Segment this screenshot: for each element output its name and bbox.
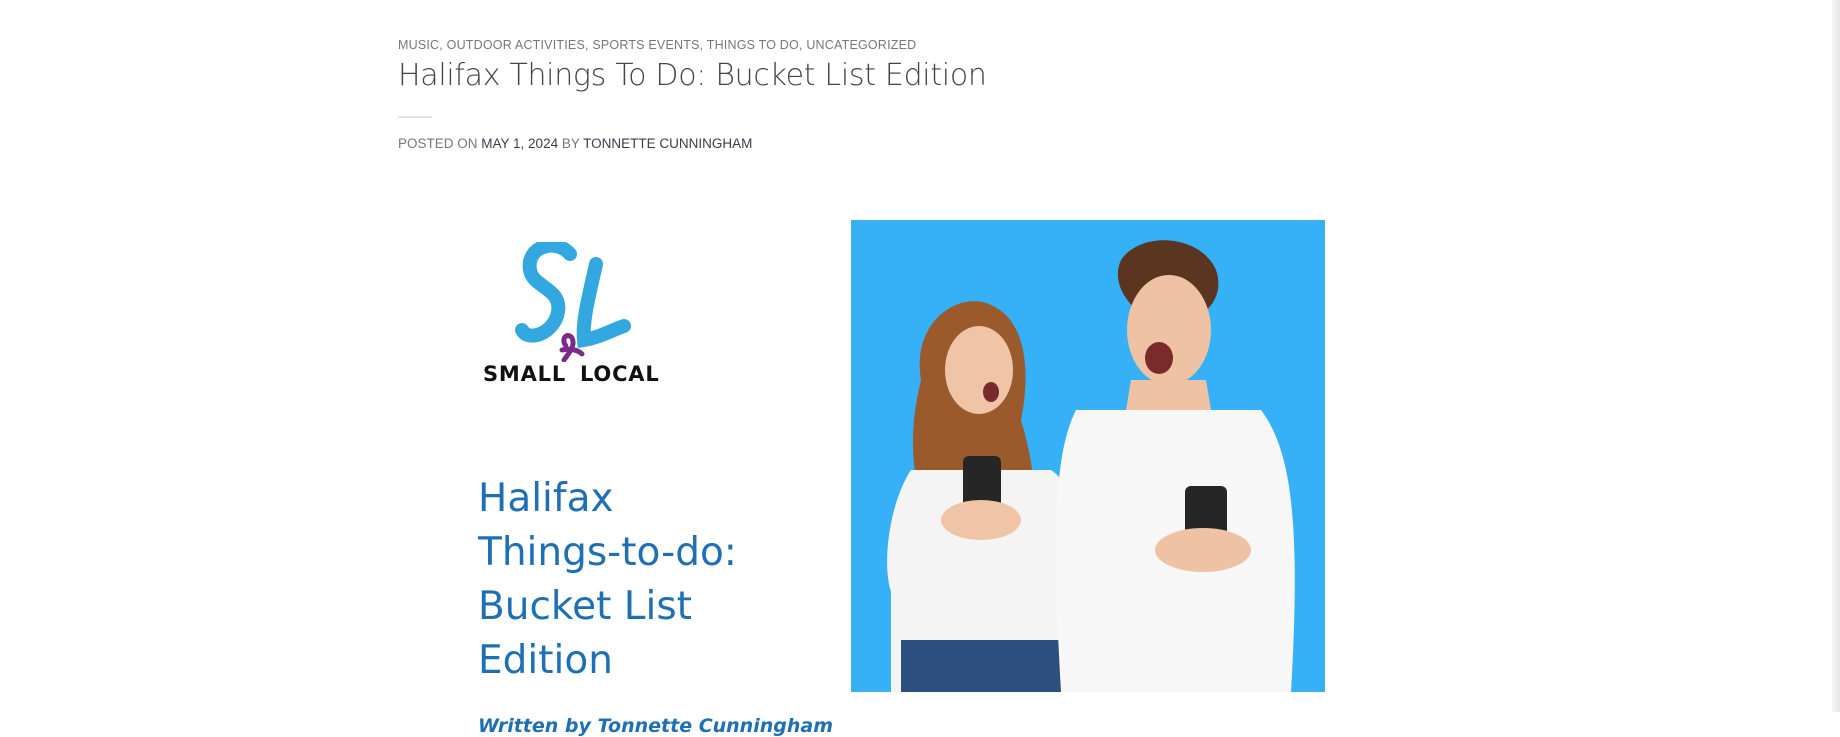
category-link-uncategorized[interactable]: UNCATEGORIZED xyxy=(806,38,916,52)
couple-with-phones-photo xyxy=(851,220,1325,692)
by-label: BY xyxy=(561,136,580,151)
post-categories: MUSIC, OUTDOOR ACTIVITIES, SPORTS EVENTS… xyxy=(398,38,916,52)
post-date-link[interactable]: MAY 1, 2024 xyxy=(481,136,558,151)
post-article: MUSIC, OUTDOOR ACTIVITIES, SPORTS EVENTS… xyxy=(398,0,1408,737)
post-meta: POSTED ON MAY 1, 2024 BY TONNETTE CUNNIN… xyxy=(398,136,752,151)
featured-image: SMALL LOCAL Halifax Things-to-do: Bucket… xyxy=(398,190,1328,737)
title-divider xyxy=(398,116,432,118)
posted-on-label: POSTED ON xyxy=(398,136,478,151)
category-link-outdoor-activities[interactable]: OUTDOOR ACTIVITIES xyxy=(447,38,585,52)
author-link[interactable]: TONNETTE CUNNINGHAM xyxy=(583,136,752,151)
logo-word-small: SMALL xyxy=(483,362,567,386)
promo-heading: Halifax Things-to-do: Bucket List Editio… xyxy=(478,472,808,688)
small-local-logo: SMALL LOCAL xyxy=(478,238,668,392)
category-link-sports-events[interactable]: SPORTS EVENTS xyxy=(592,38,699,52)
promo-heading-line: Bucket List xyxy=(478,584,692,629)
category-separator: , xyxy=(439,38,447,52)
couple-illustration xyxy=(851,220,1325,692)
page-scrollbar[interactable] xyxy=(1832,0,1840,712)
promo-heading-line: Halifax xyxy=(478,476,614,521)
category-separator: , xyxy=(699,38,707,52)
promo-panel: SMALL LOCAL Halifax Things-to-do: Bucket… xyxy=(478,238,833,737)
category-link-music[interactable]: MUSIC xyxy=(398,38,439,52)
promo-byline: Written by Tonnette Cunningham xyxy=(478,715,833,737)
logo-word-local: LOCAL xyxy=(580,362,660,386)
category-link-things-to-do[interactable]: THINGS TO DO xyxy=(707,38,799,52)
promo-heading-line: Things-to-do: xyxy=(478,530,737,575)
promo-heading-line: Edition xyxy=(478,638,613,683)
post-title: Halifax Things To Do: Bucket List Editio… xyxy=(398,58,987,93)
sl-monogram-icon xyxy=(515,238,631,363)
